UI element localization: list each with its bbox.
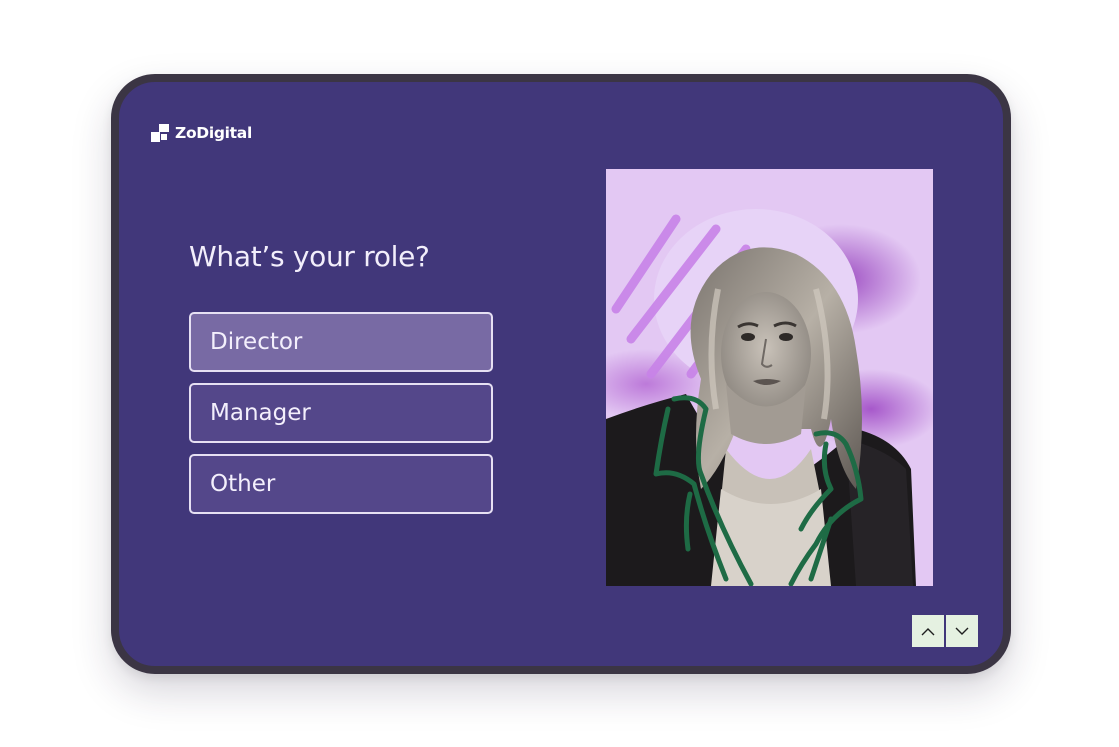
zodigital-logo-icon [151, 124, 169, 142]
option-label: Other [210, 471, 276, 497]
question-title: What’s your role? [189, 240, 430, 273]
previous-button[interactable] [912, 615, 944, 647]
chevron-up-icon [921, 627, 935, 635]
option-manager[interactable]: Manager [189, 383, 493, 443]
brand-logo: ZoDigital [151, 124, 252, 142]
option-label: Director [210, 329, 303, 355]
navigation-controls [912, 615, 978, 647]
portrait-illustration [606, 169, 933, 586]
survey-card: ZoDigital What’s your role? Director Man… [111, 74, 1011, 674]
next-button[interactable] [946, 615, 978, 647]
brand-name: ZoDigital [175, 124, 252, 142]
role-options: Director Manager Other [189, 312, 493, 525]
option-other[interactable]: Other [189, 454, 493, 514]
option-director[interactable]: Director [189, 312, 493, 372]
portrait-image [606, 169, 933, 586]
option-label: Manager [210, 400, 311, 426]
chevron-down-icon [955, 627, 969, 635]
